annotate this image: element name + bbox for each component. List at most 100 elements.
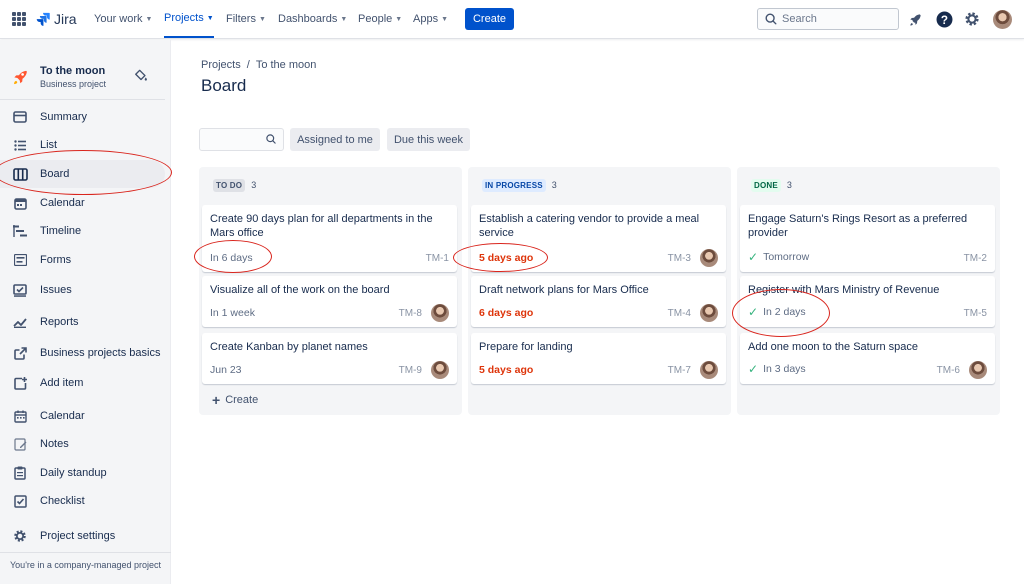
sidebar-item-business-projects-basics[interactable]: Business projects basics xyxy=(0,339,165,367)
sidebar-item-add-item[interactable]: Add item xyxy=(0,369,165,397)
filter-due-this-week[interactable]: Due this week xyxy=(387,128,470,151)
card-key[interactable]: TM-2 xyxy=(964,253,987,264)
sidebar-item-reports[interactable]: Reports xyxy=(0,308,165,336)
breadcrumb-projects[interactable]: Projects xyxy=(201,59,241,71)
nav-apps[interactable]: Apps ▼ xyxy=(413,0,448,38)
external-link-icon xyxy=(12,345,28,361)
nav-projects[interactable]: Projects ▼ xyxy=(164,0,214,38)
sidebar-item-checklist[interactable]: Checklist xyxy=(0,487,165,515)
issue-card[interactable]: Engage Saturn's Rings Resort as a prefer… xyxy=(740,205,995,272)
nav-label: Dashboards xyxy=(278,13,338,25)
nav-people[interactable]: People ▼ xyxy=(358,0,402,38)
sidebar-item-forms[interactable]: Forms xyxy=(0,246,165,274)
issue-card[interactable]: Prepare for landing 5 days ago TM-7 xyxy=(471,333,726,384)
notes-icon xyxy=(12,436,28,452)
assignee-avatar[interactable] xyxy=(700,304,718,322)
create-button[interactable]: Create xyxy=(465,8,514,30)
global-search[interactable] xyxy=(757,8,899,30)
column-header: IN PROGRESS 3 xyxy=(468,167,731,203)
top-navigation: Jira Your work ▼ Projects ▼ Filters ▼ Dashb… xyxy=(0,0,1024,39)
app-switcher-icon[interactable] xyxy=(12,12,26,26)
card-due-date: 5 days ago xyxy=(479,364,534,376)
assignee-avatar[interactable] xyxy=(431,304,449,322)
card-key[interactable]: TM-1 xyxy=(426,253,449,264)
rocket-bell-icon xyxy=(909,13,921,26)
card-key[interactable]: TM-5 xyxy=(964,308,987,319)
paint-bucket-icon[interactable] xyxy=(131,66,151,86)
card-due-date: Jun 23 xyxy=(210,364,242,376)
sidebar-item-label: Project settings xyxy=(40,530,116,542)
card-title: Register with Mars Ministry of Revenue xyxy=(748,284,940,296)
checkmark-icon: ✓ xyxy=(748,250,759,264)
nav-label: Your work xyxy=(94,13,143,25)
sidebar-item-issues[interactable]: Issues xyxy=(0,276,165,304)
sidebar-item-label: Add item xyxy=(40,377,84,389)
jira-logo[interactable]: Jira xyxy=(36,11,77,27)
issue-card[interactable]: Visualize all of the work on the board I… xyxy=(202,276,457,327)
sidebar-item-calendar[interactable]: Calendar xyxy=(0,189,165,217)
add-item-icon xyxy=(12,375,28,391)
issue-card[interactable]: Register with Mars Ministry of Revenue ✓… xyxy=(740,276,995,327)
sidebar-item-calendar-2[interactable]: Calendar xyxy=(0,402,165,430)
help-icon[interactable]: ? xyxy=(935,10,953,28)
card-key[interactable]: TM-3 xyxy=(668,253,691,264)
issue-card[interactable]: Create 90 days plan for all departments … xyxy=(202,205,457,272)
project-sidebar: To the moon Business project Summary Lis… xyxy=(0,40,171,584)
board-search[interactable] xyxy=(199,128,284,151)
search-input[interactable] xyxy=(782,13,892,25)
card-key[interactable]: TM-9 xyxy=(399,365,422,376)
sidebar-item-notes[interactable]: Notes xyxy=(0,430,165,458)
nav-label: People xyxy=(358,13,393,25)
sidebar-item-label: Calendar xyxy=(40,410,85,422)
card-key[interactable]: TM-6 xyxy=(937,365,960,376)
card-title: Engage Saturn's Rings Resort as a prefer… xyxy=(748,213,968,239)
nav-label: Projects xyxy=(164,12,204,24)
assignee-avatar[interactable] xyxy=(700,249,718,267)
issue-card[interactable]: Create Kanban by planet names Jun 23 TM-… xyxy=(202,333,457,384)
sidebar-item-label: List xyxy=(40,139,58,151)
page-title: Board xyxy=(201,76,247,95)
nav-dashboards[interactable]: Dashboards ▼ xyxy=(278,0,347,38)
nav-filters[interactable]: Filters ▼ xyxy=(226,0,266,38)
board-column-done: DONE 3 Engage Saturn's Rings Resort as a… xyxy=(737,167,1000,415)
sidebar-item-board[interactable]: Board xyxy=(0,160,165,188)
card-title: Create Kanban by planet names xyxy=(210,341,368,353)
project-header[interactable]: To the moon Business project xyxy=(10,62,165,92)
card-due-date: ✓ Tomorrow xyxy=(748,250,809,264)
filter-assigned-to-me[interactable]: Assigned to me xyxy=(290,128,380,151)
chevron-down-icon: ▼ xyxy=(441,15,449,23)
assignee-avatar[interactable] xyxy=(431,361,449,379)
notifications-icon[interactable] xyxy=(906,10,924,28)
issue-card[interactable]: Draft network plans for Mars Office 6 da… xyxy=(471,276,726,327)
card-key[interactable]: TM-8 xyxy=(399,308,422,319)
card-title: Create 90 days plan for all departments … xyxy=(210,213,433,239)
assignee-avatar[interactable] xyxy=(969,361,987,379)
sidebar-item-list[interactable]: List xyxy=(0,131,165,159)
column-count: 3 xyxy=(786,180,792,190)
settings-icon[interactable] xyxy=(963,10,981,28)
sidebar-item-project-settings[interactable]: Project settings xyxy=(0,522,165,550)
card-key[interactable]: TM-7 xyxy=(668,365,691,376)
assignee-avatar[interactable] xyxy=(700,361,718,379)
create-issue-button[interactable]: + Create xyxy=(212,393,259,407)
card-key[interactable]: TM-4 xyxy=(668,308,691,319)
card-due-date: ✓ In 2 days xyxy=(748,305,806,319)
sidebar-item-label: Board xyxy=(40,168,70,180)
chevron-down-icon: ▼ xyxy=(206,14,214,22)
issues-icon xyxy=(12,282,28,298)
card-due-date-text: In 2 days xyxy=(763,306,806,318)
issue-card[interactable]: Add one moon to the Saturn space ✓ In 3 d… xyxy=(740,333,995,384)
board-search-input[interactable] xyxy=(204,129,266,149)
card-title: Draft network plans for Mars Office xyxy=(479,284,649,296)
timeline-icon xyxy=(12,223,28,239)
sidebar-item-timeline[interactable]: Timeline xyxy=(0,217,165,245)
create-issue-label: Create xyxy=(225,394,259,406)
breadcrumb-project[interactable]: To the moon xyxy=(256,59,317,71)
sidebar-item-summary[interactable]: Summary xyxy=(0,103,165,131)
card-title: Add one moon to the Saturn space xyxy=(748,341,919,353)
project-type-footer[interactable]: You're in a company-managed project xyxy=(0,552,171,570)
sidebar-item-daily-standup[interactable]: Daily standup xyxy=(0,459,165,487)
issue-card[interactable]: Establish a catering vendor to provide a… xyxy=(471,205,726,272)
profile-avatar[interactable] xyxy=(993,10,1012,29)
nav-your-work[interactable]: Your work ▼ xyxy=(94,0,152,38)
